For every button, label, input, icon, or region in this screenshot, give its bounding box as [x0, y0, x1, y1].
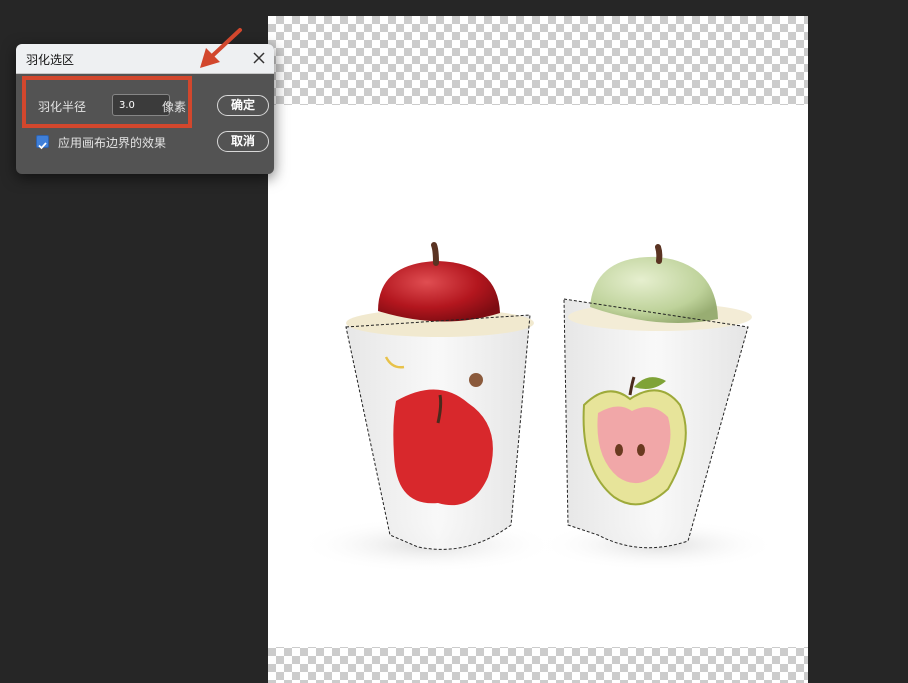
close-icon[interactable] [250, 49, 268, 67]
apply-canvas-label: 应用画布边界的效果 [58, 136, 167, 150]
apply-canvas-checkbox[interactable] [36, 135, 49, 150]
red-apple-cup [345, 242, 534, 550]
cups-illustration [298, 242, 778, 573]
document-canvas[interactable] [268, 16, 808, 683]
cancel-button[interactable]: 取消 [217, 131, 269, 152]
annotation-highlight-box [22, 76, 192, 128]
ok-button[interactable]: 确定 [217, 95, 269, 116]
dialog-title: 羽化选区 [26, 53, 75, 67]
product-photo [268, 105, 808, 647]
checkmark-icon [38, 142, 47, 150]
green-apple-cup [563, 244, 752, 549]
annotation-arrow-icon [200, 28, 242, 68]
